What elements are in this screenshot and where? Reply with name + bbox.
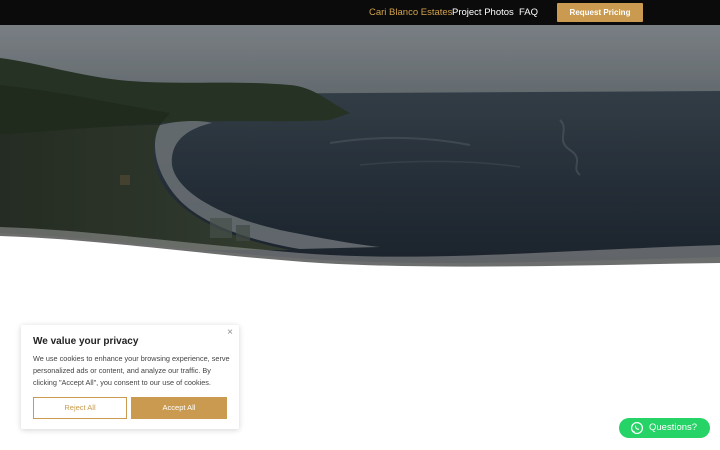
top-nav-bar: Cari Blanco Estates Project Photos FAQ R…: [0, 0, 720, 25]
hero-coastline-image: [0, 25, 720, 275]
hero-banner: [0, 25, 720, 275]
cookie-banner-text: We use cookies to enhance your browsing …: [33, 354, 230, 387]
questions-label: Questions?: [649, 422, 698, 433]
reject-all-button[interactable]: Reject All: [33, 397, 127, 419]
nav-link-cari-blanco-estates[interactable]: Cari Blanco Estates: [369, 7, 452, 18]
cookie-consent-banner: × We value your privacy We use cookies t…: [21, 325, 239, 429]
whatsapp-icon: [630, 421, 644, 435]
accept-all-button[interactable]: Accept All: [131, 397, 227, 419]
close-icon[interactable]: ×: [227, 328, 233, 338]
request-pricing-button[interactable]: Request Pricing: [557, 3, 643, 22]
nav-link-project-photos[interactable]: Project Photos: [452, 7, 514, 18]
nav-link-faq[interactable]: FAQ: [519, 7, 538, 18]
questions-chat-button[interactable]: Questions?: [619, 418, 710, 438]
cookie-banner-title: We value your privacy: [33, 336, 139, 347]
